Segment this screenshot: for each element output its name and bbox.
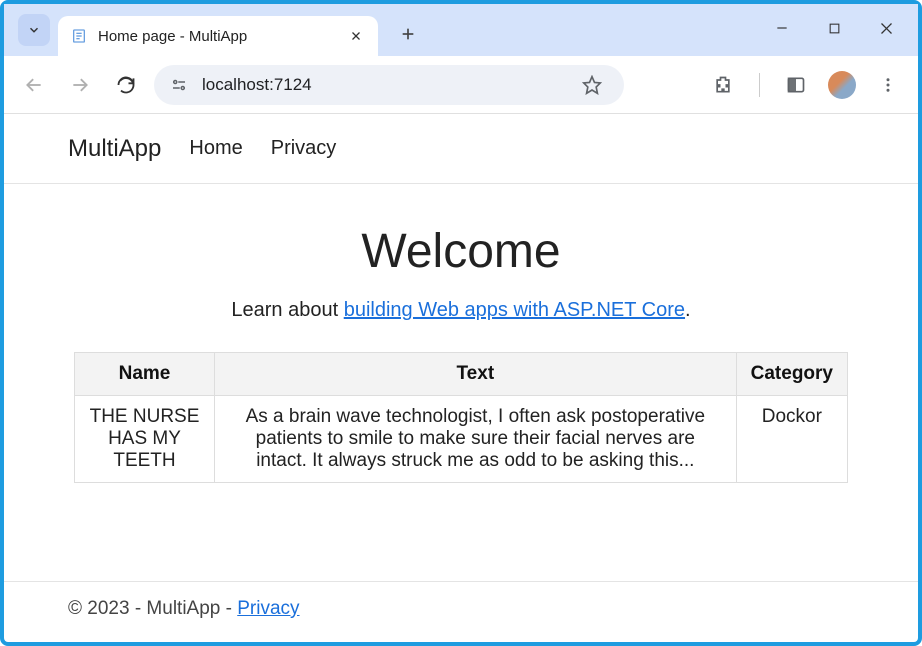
- app-navbar: MultiApp Home Privacy: [4, 114, 918, 184]
- data-table: Name Text Category THE NURSE HAS MY TEET…: [74, 352, 848, 483]
- page-favicon-icon: [70, 27, 88, 45]
- table-row: THE NURSE HAS MY TEETH As a brain wave t…: [75, 396, 848, 483]
- cell-text: As a brain wave technologist, I often as…: [215, 396, 737, 483]
- site-info-icon[interactable]: [168, 74, 190, 96]
- brand[interactable]: MultiApp: [68, 135, 161, 163]
- tab-title: Home page - MultiApp: [98, 28, 336, 45]
- menu-icon[interactable]: [870, 67, 906, 103]
- page-viewport: MultiApp Home Privacy Welcome Learn abou…: [4, 114, 918, 642]
- nav-link-home[interactable]: Home: [189, 137, 242, 160]
- page-heading: Welcome: [74, 224, 848, 279]
- footer-privacy-link[interactable]: Privacy: [237, 598, 299, 619]
- window-close-button[interactable]: [876, 18, 896, 38]
- url-text: localhost:7124: [202, 75, 562, 95]
- new-tab-button[interactable]: [392, 18, 424, 50]
- learn-link[interactable]: building Web apps with ASP.NET Core: [344, 299, 685, 321]
- extensions-icon[interactable]: [705, 67, 741, 103]
- back-button[interactable]: [16, 67, 52, 103]
- footer-copyright: © 2023 - MultiApp -: [68, 598, 237, 619]
- cell-name: THE NURSE HAS MY TEETH: [75, 396, 215, 483]
- page-footer: © 2023 - MultiApp - Privacy: [4, 581, 918, 642]
- side-panel-icon[interactable]: [778, 67, 814, 103]
- toolbar-divider: [759, 73, 760, 97]
- learn-suffix: .: [685, 299, 691, 321]
- window-maximize-button[interactable]: [824, 18, 844, 38]
- nav-link-privacy[interactable]: Privacy: [271, 137, 337, 160]
- window-minimize-button[interactable]: [772, 18, 792, 38]
- browser-tab[interactable]: Home page - MultiApp: [58, 16, 378, 56]
- browser-toolbar: localhost:7124: [4, 56, 918, 114]
- browser-titlebar: Home page - MultiApp: [4, 4, 918, 56]
- tab-search-button[interactable]: [18, 14, 50, 46]
- th-category: Category: [736, 353, 847, 396]
- learn-line: Learn about building Web apps with ASP.N…: [74, 299, 848, 322]
- th-text: Text: [215, 353, 737, 396]
- main-content: Welcome Learn about building Web apps wi…: [4, 184, 918, 581]
- reload-button[interactable]: [108, 67, 144, 103]
- th-name: Name: [75, 353, 215, 396]
- learn-prefix: Learn about: [231, 299, 343, 321]
- address-bar[interactable]: localhost:7124: [154, 65, 624, 105]
- window-controls: [772, 4, 914, 52]
- forward-button[interactable]: [62, 67, 98, 103]
- cell-category: Dockor: [736, 396, 847, 483]
- tab-close-button[interactable]: [346, 26, 366, 46]
- bookmark-star-icon[interactable]: [574, 67, 610, 103]
- profile-avatar[interactable]: [828, 71, 856, 99]
- table-header-row: Name Text Category: [75, 353, 848, 396]
